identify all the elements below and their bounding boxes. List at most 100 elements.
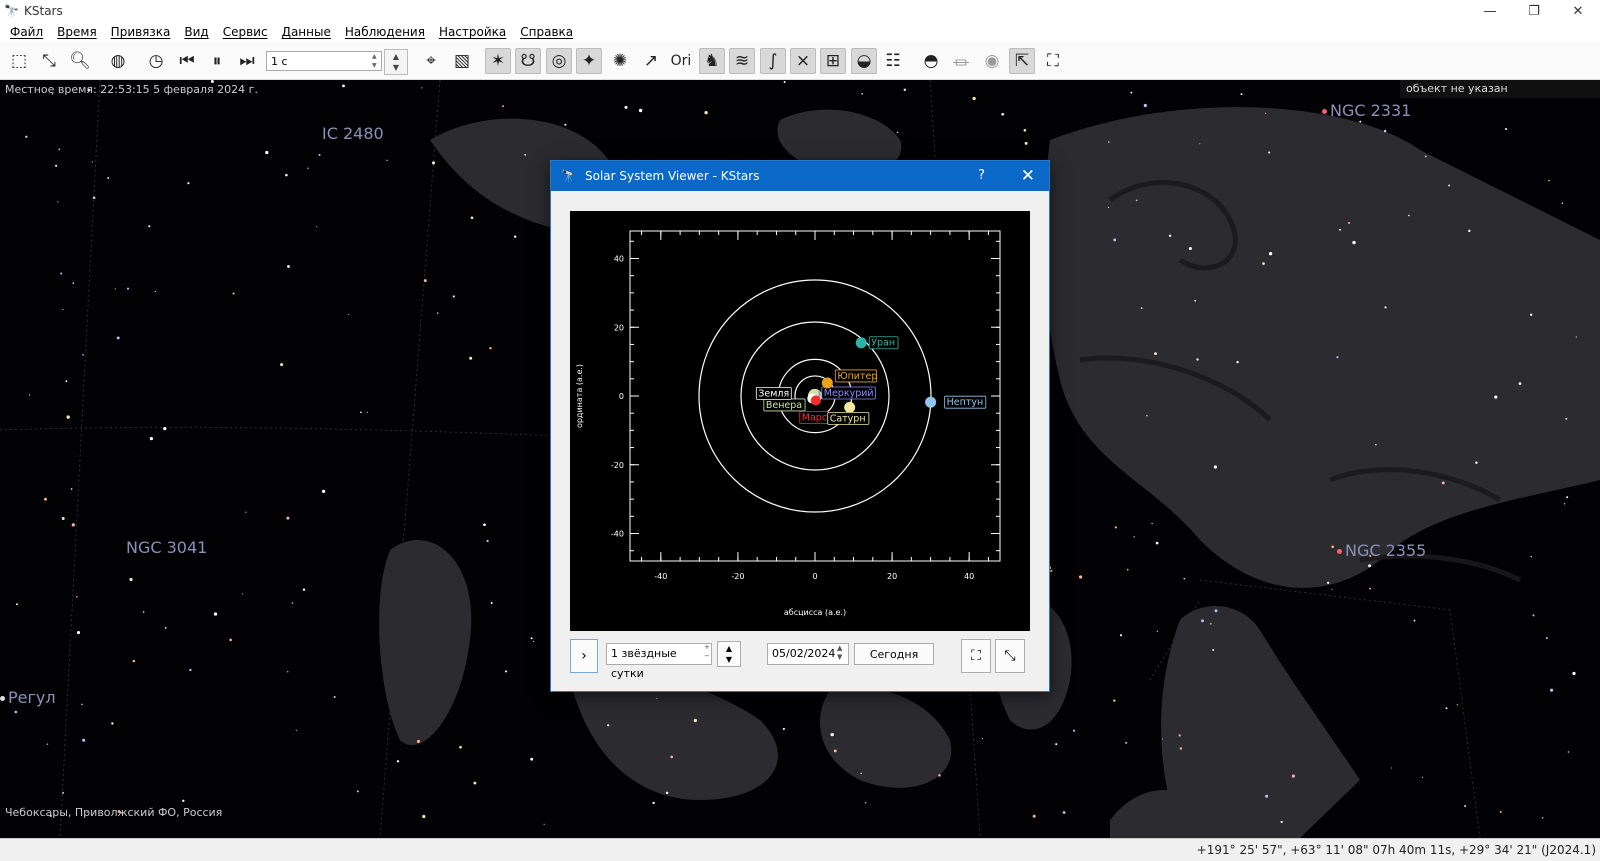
background-star (1280, 820, 1283, 824)
status-bar: +191° 25' 57", +63° 11' 08" 07h 40m 11s,… (0, 838, 1600, 861)
background-star (66, 415, 70, 419)
y-axis-label: ордината (а.е.) (575, 364, 584, 428)
planet-label: Нептун (947, 397, 984, 408)
ori-icon[interactable]: Ori (668, 48, 694, 74)
dialog-titlebar[interactable]: 🔭 Solar System Viewer - KStars ? ✕ (551, 161, 1049, 191)
background-star (861, 93, 863, 95)
stars-icon[interactable]: ✶ (485, 48, 511, 74)
plot-canvas: -40 -20 0 20 40 40 20 0 -20 -40 абсцисса (а.е.) орд… (575, 230, 1001, 617)
eye-icon[interactable]: ◉ (979, 48, 1005, 74)
globe-icon[interactable]: ◍ (105, 48, 131, 74)
menu-pointing[interactable]: Привязка (104, 25, 178, 39)
restore-button[interactable]: ❐ (1512, 0, 1556, 22)
pause-icon[interactable]: ⏸ (204, 48, 230, 74)
time-step-updown-button[interactable]: ▲ ▼ (717, 641, 741, 667)
menu-tools[interactable]: Сервис (216, 25, 275, 39)
grid-icon[interactable]: ⊞ (820, 48, 846, 74)
background-star (1331, 588, 1333, 590)
line-icon[interactable]: ↗ (638, 48, 664, 74)
background-star (1518, 382, 1522, 385)
crosshair-icon[interactable]: ⌖ (418, 48, 444, 74)
time-step-spin-icon[interactable]: + − (704, 643, 710, 661)
solar-system-viewer-dialog: 🔭 Solar System Viewer - KStars ? ✕ -40 -2… (550, 160, 1050, 692)
location-label: Чебоксары, Приволжский ФО, Россия (5, 806, 223, 819)
background-star (1024, 141, 1028, 145)
solar-system-plot[interactable]: -40 -20 0 20 40 40 20 0 -20 -40 абсцисса (а.е.) орд… (570, 211, 1030, 631)
background-star (57, 201, 59, 203)
planet-label: Уран (871, 338, 895, 349)
background-star (1212, 648, 1215, 652)
background-star (286, 516, 290, 520)
background-star (1156, 630, 1158, 632)
step-forward-icon[interactable]: ⏭ (234, 48, 260, 74)
y-tick-label: 0 (619, 392, 624, 401)
menu-file[interactable]: Файл (0, 25, 50, 39)
target-icon[interactable]: ◎ (546, 48, 572, 74)
menu-view[interactable]: Вид (177, 25, 215, 39)
flask-icon[interactable]: ◓ (918, 48, 944, 74)
background-star (981, 738, 983, 740)
telescope-icon[interactable]: ⏛ (948, 48, 974, 74)
search-icon[interactable]: 🔍︎ (67, 48, 93, 74)
background-star (1055, 743, 1058, 746)
object-label-regulus[interactable]: Регул (0, 688, 56, 707)
object-label-ngc2355[interactable]: NGC 2355 (1337, 541, 1426, 560)
zoom-to-fit-icon[interactable]: ⬚ (6, 48, 32, 74)
background-star (316, 226, 318, 228)
menu-observation[interactable]: Наблюдения (338, 25, 432, 39)
background-star (65, 380, 68, 383)
plus-star-icon[interactable]: ✦ (576, 48, 602, 74)
background-star (1146, 415, 1148, 417)
zoom-out-box-icon[interactable]: ⤡ (36, 48, 62, 74)
menu-settings[interactable]: Настройка (432, 25, 513, 39)
background-star (486, 539, 489, 543)
background-star (187, 182, 190, 185)
menu-help[interactable]: Справка (513, 25, 580, 39)
play-button[interactable]: › (570, 639, 598, 673)
time-step-arrows-icon[interactable]: ▲ ▼ (372, 52, 381, 70)
constellation-lines-icon[interactable]: ☋ (515, 48, 541, 74)
figure-icon[interactable]: ♞ (699, 48, 725, 74)
background-star (1456, 704, 1458, 706)
close-window-button[interactable]: ✕ (1556, 0, 1600, 22)
menu-data[interactable]: Данные (275, 25, 338, 39)
object-label-ic2480[interactable]: IC 2480 (322, 124, 384, 143)
fullscreen-icon[interactable]: ⛶ (1040, 48, 1066, 74)
background-star (46, 743, 49, 745)
background-star (1062, 811, 1066, 814)
background-star (44, 497, 47, 501)
pointer-icon[interactable]: ⇱ (1009, 48, 1035, 74)
background-star (638, 108, 643, 113)
clock-icon[interactable]: ◷ (143, 48, 169, 74)
zoom-in-button[interactable]: ⛶ (961, 639, 991, 673)
background-star (564, 123, 567, 126)
equator-icon[interactable]: ⨯ (790, 48, 816, 74)
today-button[interactable]: Сегодня (854, 643, 934, 665)
background-star (1445, 707, 1448, 710)
ellipse-icon[interactable]: ◒ (851, 48, 877, 74)
object-label-ngc2331[interactable]: NGC 2331 (1322, 101, 1411, 120)
date-spin-icon[interactable]: ▲ ▼ (837, 644, 842, 662)
background-star (163, 426, 167, 431)
horizon-icon[interactable]: ∫ (760, 48, 786, 74)
background-star (1468, 229, 1471, 233)
help-button[interactable]: ? (978, 168, 985, 183)
background-star (693, 718, 698, 723)
zoom-out-button[interactable]: ⤡ (995, 639, 1025, 673)
dialog-close-button[interactable]: ✕ (1021, 166, 1035, 186)
list-icon[interactable]: ☷ (880, 48, 906, 74)
time-step-updown-button[interactable]: ▲ ▼ (384, 49, 408, 75)
image-icon[interactable]: ▧ (449, 48, 475, 74)
background-star (1384, 306, 1387, 309)
minimize-button[interactable]: — (1468, 0, 1512, 22)
background-star (245, 511, 247, 513)
milky-way-icon[interactable]: ≋ (729, 48, 755, 74)
time-step-field[interactable]: 1 звёздные сутки (606, 643, 712, 680)
planet-label: Меркурий (824, 388, 874, 399)
time-step-field[interactable]: 1 c (266, 51, 382, 71)
satellite-icon[interactable]: ✺ (607, 48, 633, 74)
menu-time[interactable]: Время (50, 25, 104, 39)
step-back-icon[interactable]: ⏮ (174, 48, 200, 74)
object-label-ngc3041[interactable]: NGC 3041 (126, 538, 207, 557)
background-star (142, 611, 145, 613)
